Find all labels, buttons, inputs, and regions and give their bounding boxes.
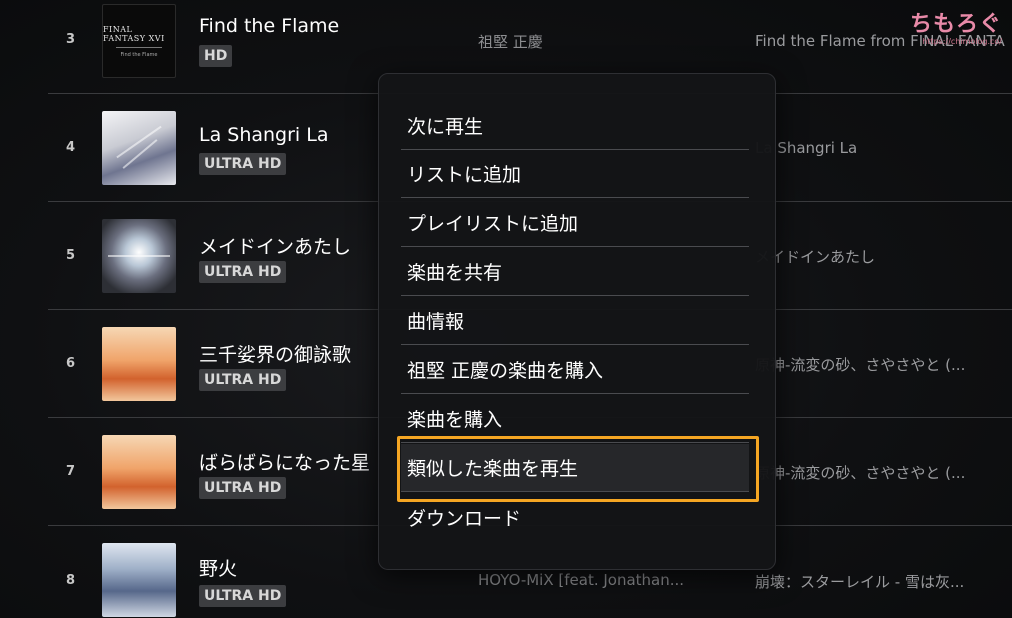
quality-badge: ULTRA HD [199,261,287,283]
music-app-window: 3 FINAL FANTASY XVI Find the Flame Find … [0,0,1012,618]
track-album[interactable]: 崩壊：スターレイル - 雪は灰... [755,571,1005,592]
album-cover[interactable] [102,219,176,293]
track-number: 4 [66,140,76,155]
album-cover[interactable] [102,111,176,185]
cover-title-text: FINAL FANTASY XVI [103,24,165,43]
track-number: 6 [66,356,76,371]
track-number: 7 [66,464,76,479]
album-cover[interactable] [102,435,176,509]
track-title[interactable]: La Shangri La [199,124,328,146]
track-artist[interactable]: HOYO-MiX [feat. Jonathan... [478,571,684,589]
quality-badge: ULTRA HD [199,585,287,607]
menu-item-share-song[interactable]: 楽曲を共有 [401,248,749,296]
cover-art-stroke [122,139,158,169]
track-artist[interactable]: 祖堅 正慶 [478,31,543,52]
menu-item-song-info[interactable]: 曲情報 [401,297,749,345]
track-number: 8 [66,572,76,588]
track-album[interactable]: 原神-流変の砂、さやさやと (... [755,462,1005,483]
album-cover[interactable]: FINAL FANTASY XVI Find the Flame [102,4,176,78]
watermark-logo: ちもろぐ [909,12,1002,37]
menu-item-add-to-list[interactable]: リストに追加 [401,150,749,198]
cover-art-stroke [108,255,170,257]
track-title[interactable]: 三千娑界の御詠歌 [199,340,351,367]
watermark-url: https://chimolog.co/ [922,37,1002,46]
track-title[interactable]: Find the Flame [199,15,339,37]
watermark: ちもろぐ https://chimolog.co/ [910,6,1002,46]
menu-item-play-similar[interactable]: 類似した楽曲を再生 [401,444,749,492]
menu-item-buy-artist-songs[interactable]: 祖堅 正慶の楽曲を購入 [401,346,749,394]
menu-item-add-to-playlist[interactable]: プレイリストに追加 [401,199,749,247]
menu-item-play-next[interactable]: 次に再生 [401,102,749,150]
track-album[interactable]: La Shangri La [755,139,1005,157]
context-menu: 次に再生 リストに追加 プレイリストに追加 楽曲を共有 曲情報 祖堅 正慶の楽曲… [378,73,776,570]
track-title[interactable]: 野火 [199,554,237,581]
cover-subtitle-text: Find the Flame [120,51,158,58]
track-title[interactable]: メイドインあたし [199,232,351,259]
quality-badge: ULTRA HD [199,477,287,499]
menu-item-download[interactable]: ダウンロード [401,493,749,541]
quality-badge: HD [199,45,233,67]
track-album[interactable]: メイドインあたし [755,246,1005,267]
track-number: 3 [66,32,76,47]
track-number: 5 [66,248,76,263]
cover-divider [116,46,162,48]
menu-item-buy-song[interactable]: 楽曲を購入 [401,395,749,443]
album-cover[interactable] [102,327,176,401]
quality-badge: ULTRA HD [199,153,287,175]
quality-badge: ULTRA HD [199,369,287,391]
track-album[interactable]: 原神-流変の砂、さやさやと (... [755,354,1005,375]
track-title[interactable]: ばらばらになった星 [199,448,370,475]
album-cover[interactable] [102,543,176,617]
